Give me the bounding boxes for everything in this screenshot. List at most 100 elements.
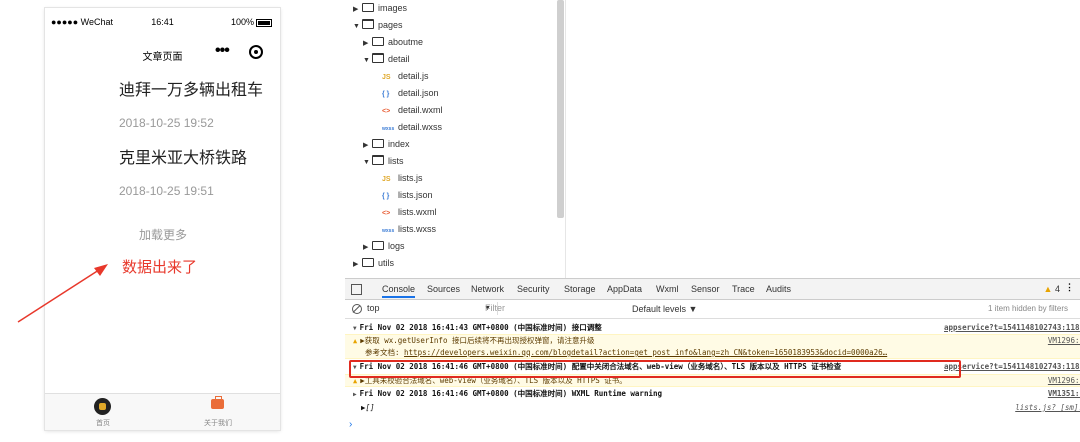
folder-icon bbox=[372, 139, 384, 148]
close-capsule-icon[interactable] bbox=[249, 45, 263, 59]
article-title[interactable]: 迪拜一万多辆出租车 bbox=[119, 76, 263, 100]
console-log-row[interactable]: ▶[] lists.js? [sm]:56 bbox=[345, 403, 1080, 412]
folder-icon bbox=[372, 53, 384, 63]
tree-folder[interactable]: ▶ aboutme bbox=[363, 34, 423, 50]
tree-item-label: detail.json bbox=[398, 88, 439, 98]
wxml-file-icon: <> bbox=[382, 108, 391, 115]
kebab-menu-icon[interactable]: ⋮ bbox=[1065, 282, 1074, 293]
tree-file[interactable]: JS detail.js bbox=[373, 68, 429, 84]
folder-icon bbox=[372, 241, 384, 250]
tree-folder[interactable]: ▶ utils bbox=[353, 255, 394, 271]
load-more-button[interactable]: 加载更多 bbox=[139, 226, 187, 243]
tree-item-label: lists bbox=[388, 156, 404, 166]
battery-percent: 100% bbox=[230, 17, 254, 27]
tab-sensor[interactable]: Sensor bbox=[691, 284, 720, 294]
tree-item-label: detail.wxss bbox=[398, 122, 443, 132]
tree-item-label: detail bbox=[388, 54, 410, 64]
caret-right-icon[interactable]: ▶ bbox=[363, 138, 372, 154]
tree-file[interactable]: wxss detail.wxss bbox=[373, 119, 442, 135]
tree-folder[interactable]: ▼ detail bbox=[363, 51, 410, 67]
context-selector[interactable]: top ▼ bbox=[367, 302, 498, 315]
tree-file[interactable]: wxss lists.wxss bbox=[373, 221, 436, 237]
log-source-link[interactable]: VM1296:1 bbox=[1048, 335, 1080, 346]
battery-status: 100% bbox=[231, 17, 272, 27]
inspect-icon[interactable] bbox=[351, 284, 362, 295]
log-text: Fri Nov 02 2018 16:41:43 GMT+0800 (中国标准时… bbox=[359, 323, 602, 332]
console-log-row[interactable]: ▼ Fri Nov 02 2018 16:41:43 GMT+0800 (中国标准… bbox=[345, 322, 1080, 334]
tab-storage[interactable]: Storage bbox=[564, 284, 596, 294]
tree-item-label: pages bbox=[378, 20, 403, 30]
annotation-arrow bbox=[17, 264, 108, 323]
log-text: Fri Nov 02 2018 16:41:46 GMT+0800 (中国标准时… bbox=[359, 389, 663, 398]
highlight-rectangle bbox=[349, 360, 961, 378]
tree-item-label: lists.wxml bbox=[398, 207, 437, 217]
tree-item-label: aboutme bbox=[388, 37, 424, 47]
caret-down-icon[interactable]: ▼ bbox=[363, 53, 372, 69]
log-source-link[interactable]: VM1296:1 bbox=[1048, 375, 1080, 386]
tree-folder[interactable]: ▶ images bbox=[353, 0, 407, 16]
tree-folder[interactable]: ▼ lists bbox=[363, 153, 404, 169]
log-source-link[interactable]: lists.js? [sm]:56 bbox=[1015, 403, 1080, 412]
tab-audits[interactable]: Audits bbox=[766, 284, 791, 294]
expand-caret-icon[interactable]: ▶ bbox=[353, 391, 357, 398]
console-warning-row[interactable]: ▲ ▶获取 wx.getUserInfo 接口后续将不再出现授权弹窗，请注意升级 … bbox=[345, 334, 1080, 359]
devtools-tabbar: Console Sources Network Security Storage AppD… bbox=[345, 279, 1080, 300]
tab-network[interactable]: Network bbox=[471, 284, 504, 294]
log-levels-dropdown[interactable]: Default levels ▼ bbox=[632, 304, 697, 314]
json-file-icon: { } bbox=[382, 193, 390, 200]
folder-icon bbox=[372, 155, 384, 165]
tab-appdata[interactable]: AppData bbox=[607, 284, 642, 294]
warning-icon: ▲ bbox=[1043, 284, 1053, 294]
tree-folder[interactable]: ▶ logs bbox=[363, 238, 405, 254]
caret-right-icon[interactable]: ▶ bbox=[363, 36, 372, 52]
tab-security[interactable]: Security bbox=[517, 284, 550, 294]
annotation-text: 数据出来了 bbox=[122, 259, 198, 276]
caret-right-icon[interactable]: ▶ bbox=[353, 257, 362, 273]
console-prompt[interactable]: › bbox=[349, 419, 352, 430]
filter-input[interactable]: Filter bbox=[485, 302, 625, 315]
tree-file[interactable]: { } detail.json bbox=[373, 85, 439, 101]
tree-item-label: lists.js bbox=[398, 173, 423, 183]
js-file-icon: JS bbox=[382, 74, 391, 81]
caret-right-icon[interactable]: ▶ bbox=[353, 2, 362, 18]
tab-bar: 首页 关于我们 bbox=[45, 393, 280, 430]
caret-right-icon[interactable]: ▶ bbox=[363, 240, 372, 256]
log-source-link[interactable]: appservice?t=1541148102743:1183 bbox=[944, 361, 1080, 373]
folder-icon bbox=[362, 3, 374, 12]
tab-about[interactable]: 关于我们 bbox=[178, 394, 258, 430]
home-icon bbox=[94, 398, 111, 415]
tab-trace[interactable]: Trace bbox=[732, 284, 755, 294]
doc-link[interactable]: https://developers.weixin.qq.com/blogdet… bbox=[404, 348, 887, 357]
file-tree-scrollbar[interactable] bbox=[557, 0, 564, 218]
wxml-file-icon: <> bbox=[382, 210, 391, 217]
caret-down-icon[interactable]: ▼ bbox=[353, 19, 362, 35]
tree-file[interactable]: { } lists.json bbox=[373, 187, 433, 203]
tree-item-label: detail.wxml bbox=[398, 105, 443, 115]
tab-sources[interactable]: Sources bbox=[427, 284, 460, 294]
tree-file[interactable]: <> detail.wxml bbox=[373, 102, 443, 118]
warning-icon: ▲ bbox=[353, 377, 358, 385]
log-source-link[interactable]: VM1351:1 bbox=[1048, 388, 1080, 400]
tree-folder[interactable]: ▶ index bbox=[363, 136, 410, 152]
tree-item-label: utils bbox=[378, 258, 395, 268]
tab-wxml[interactable]: Wxml bbox=[656, 284, 679, 294]
caret-down-icon[interactable]: ▼ bbox=[363, 155, 372, 171]
tab-console[interactable]: Console bbox=[382, 284, 416, 298]
tree-file[interactable]: JS lists.js bbox=[373, 170, 423, 186]
clear-console-icon[interactable] bbox=[352, 304, 362, 314]
warning-count: 4 bbox=[1054, 284, 1060, 294]
tree-folder[interactable]: ▼ pages bbox=[353, 17, 403, 33]
tree-file[interactable]: <> lists.wxml bbox=[373, 204, 437, 220]
expand-caret-icon[interactable]: ▼ bbox=[353, 325, 357, 332]
file-tree: ▶ images ▼ pages ▶ aboutme ▼ detail JS detail.js {… bbox=[345, 0, 555, 278]
log-source-link[interactable]: appservice?t=1541148102743:1183 bbox=[944, 322, 1080, 334]
js-file-icon: JS bbox=[382, 176, 391, 183]
more-menu-icon[interactable]: ••• bbox=[215, 42, 230, 60]
log-text: ▶[] bbox=[361, 403, 375, 412]
panel-divider[interactable] bbox=[565, 0, 566, 278]
tab-home-label: 首页 bbox=[96, 420, 110, 427]
tab-home[interactable]: 首页 bbox=[63, 394, 143, 430]
folder-icon bbox=[362, 258, 374, 267]
warning-counter[interactable]: ▲ 4 bbox=[1044, 284, 1060, 294]
console-log-row[interactable]: ▶ Fri Nov 02 2018 16:41:46 GMT+0800 (中国标准… bbox=[345, 388, 1080, 400]
